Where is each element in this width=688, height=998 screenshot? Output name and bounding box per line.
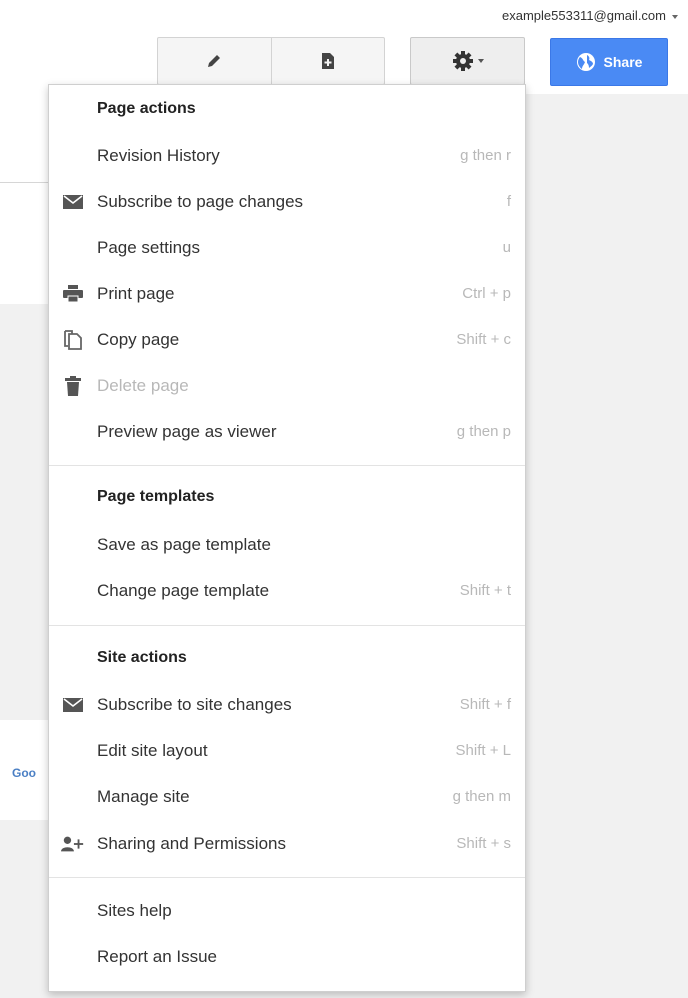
menu-item-revision-history[interactable]: Revision History g then r <box>49 136 525 176</box>
section-site-actions: Site actions <box>97 649 187 666</box>
page-content-panel <box>0 94 48 304</box>
add-person-icon <box>61 834 85 854</box>
menu-item-report-issue[interactable]: Report an Issue <box>49 937 525 977</box>
pencil-icon <box>208 55 221 67</box>
edit-page-button[interactable] <box>158 38 271 84</box>
account-email: example553311@gmail.com <box>502 8 666 23</box>
section-page-actions: Page actions <box>97 100 196 117</box>
page-divider <box>0 182 48 183</box>
chevron-down-icon <box>477 59 484 63</box>
printer-icon <box>61 284 85 304</box>
menu-divider <box>49 465 525 466</box>
menu-item-save-as-template[interactable]: Save as page template <box>49 525 525 565</box>
chevron-down-icon <box>672 14 678 19</box>
gear-icon <box>452 51 473 71</box>
more-actions-menu: Page actions Revision History g then r S… <box>48 84 526 992</box>
menu-item-print-page[interactable]: Print page Ctrl + p <box>49 274 525 314</box>
menu-item-subscribe-page[interactable]: Subscribe to page changes f <box>49 182 525 222</box>
menu-item-preview-as-viewer[interactable]: Preview page as viewer g then p <box>49 412 525 452</box>
share-button[interactable]: Share <box>550 38 668 86</box>
menu-item-subscribe-site[interactable]: Subscribe to site changes Shift + f <box>49 685 525 725</box>
envelope-icon <box>61 192 85 212</box>
menu-item-sharing-permissions[interactable]: Sharing and Permissions Shift + s <box>49 824 525 864</box>
section-page-templates: Page templates <box>97 488 215 505</box>
menu-item-page-settings[interactable]: Page settings u <box>49 228 525 268</box>
new-page-icon <box>321 53 334 69</box>
menu-item-copy-page[interactable]: Copy page Shift + c <box>49 320 525 360</box>
copy-icon <box>61 330 85 350</box>
edit-toolbar <box>157 37 385 85</box>
menu-divider <box>49 625 525 626</box>
globe-icon <box>576 53 595 71</box>
menu-item-sites-help[interactable]: Sites help <box>49 891 525 931</box>
new-page-button[interactable] <box>270 38 385 84</box>
google-link-fragment[interactable]: Goo <box>12 766 36 780</box>
share-label: Share <box>603 54 643 70</box>
trash-icon <box>61 376 85 396</box>
menu-item-delete-page: Delete page <box>49 366 525 406</box>
account-switcher[interactable]: example553311@gmail.com <box>502 8 678 23</box>
more-actions-button[interactable] <box>410 37 525 85</box>
menu-item-manage-site[interactable]: Manage site g then m <box>49 777 525 817</box>
envelope-icon <box>61 695 85 715</box>
menu-item-change-template[interactable]: Change page template Shift + t <box>49 571 525 611</box>
menu-item-edit-site-layout[interactable]: Edit site layout Shift + L <box>49 731 525 771</box>
menu-divider <box>49 877 525 878</box>
